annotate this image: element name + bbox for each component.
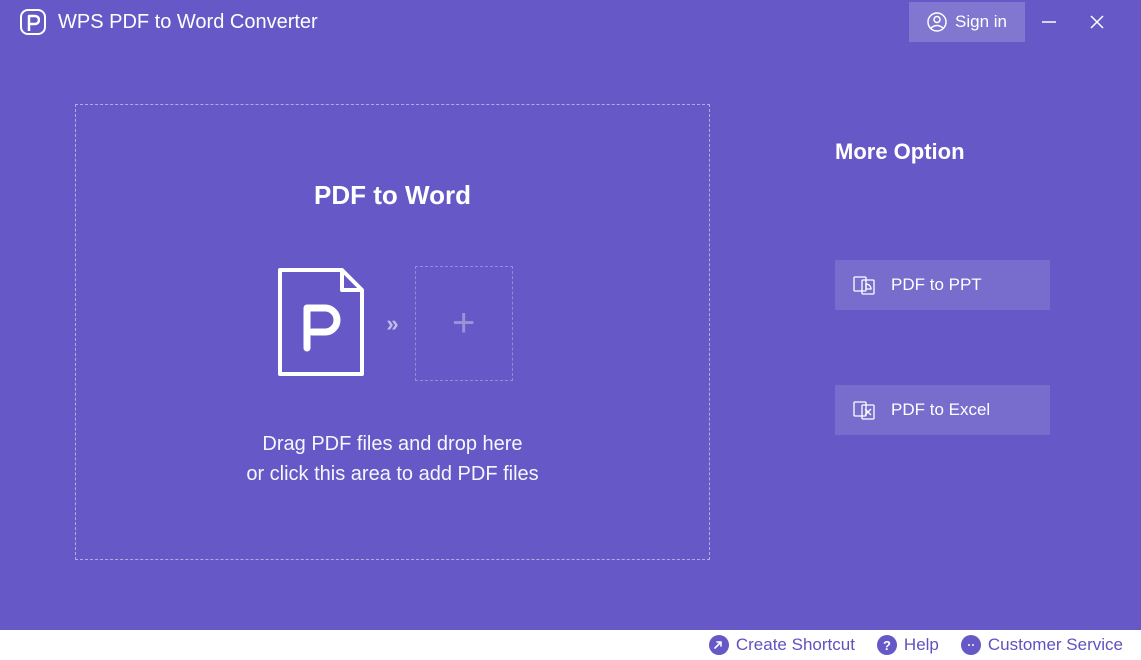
option-label: PDF to PPT — [891, 275, 982, 295]
pdf-to-ppt-button[interactable]: PDF to PPT — [835, 260, 1050, 310]
plus-icon: + — [452, 301, 475, 346]
content-area: PDF to Word » + Drag PDF files and drop … — [0, 44, 1141, 630]
titlebar-right: Sign in — [909, 0, 1121, 44]
close-button[interactable] — [1073, 0, 1121, 44]
titlebar-left: WPS PDF to Word Converter — [20, 9, 318, 35]
sidebar-title: More Option — [835, 139, 1050, 165]
footer-label: Create Shortcut — [736, 635, 855, 655]
help-icon: ? — [877, 635, 897, 655]
footer-label: Help — [904, 635, 939, 655]
minimize-button[interactable] — [1025, 0, 1073, 44]
pdf-to-excel-button[interactable]: PDF to Excel — [835, 385, 1050, 435]
ppt-convert-icon — [853, 274, 875, 296]
drop-zone-title: PDF to Word — [314, 180, 471, 211]
customer-service-icon — [961, 635, 981, 655]
main-app: WPS PDF to Word Converter Sign in — [0, 0, 1141, 630]
drop-instructions: Drag PDF files and drop here or click th… — [246, 429, 538, 489]
app-title: WPS PDF to Word Converter — [58, 11, 318, 34]
instruction-line-1: Drag PDF files and drop here — [246, 429, 538, 459]
signin-label: Sign in — [955, 12, 1007, 32]
minimize-icon — [1042, 21, 1056, 23]
option-label: PDF to Excel — [891, 400, 990, 420]
user-icon — [927, 12, 947, 32]
sidebar: More Option PDF to PPT PDF to Excel — [835, 104, 1050, 560]
app-logo-icon — [20, 9, 46, 35]
plus-drop-target: + — [415, 266, 513, 381]
close-icon — [1090, 15, 1104, 29]
shortcut-icon — [709, 635, 729, 655]
pdf-file-icon — [272, 266, 370, 381]
arrow-right-icon: » — [386, 311, 398, 337]
excel-convert-icon — [853, 399, 875, 421]
icons-row: » + — [272, 266, 512, 381]
help-link[interactable]: ? Help — [877, 635, 939, 655]
drop-zone[interactable]: PDF to Word » + Drag PDF files and drop … — [75, 104, 710, 560]
instruction-line-2: or click this area to add PDF files — [246, 459, 538, 489]
signin-button[interactable]: Sign in — [909, 2, 1025, 42]
create-shortcut-link[interactable]: Create Shortcut — [709, 635, 855, 655]
footer-label: Customer Service — [988, 635, 1123, 655]
footer: Create Shortcut ? Help Customer Service — [0, 630, 1141, 660]
titlebar: WPS PDF to Word Converter Sign in — [0, 0, 1141, 44]
customer-service-link[interactable]: Customer Service — [961, 635, 1123, 655]
